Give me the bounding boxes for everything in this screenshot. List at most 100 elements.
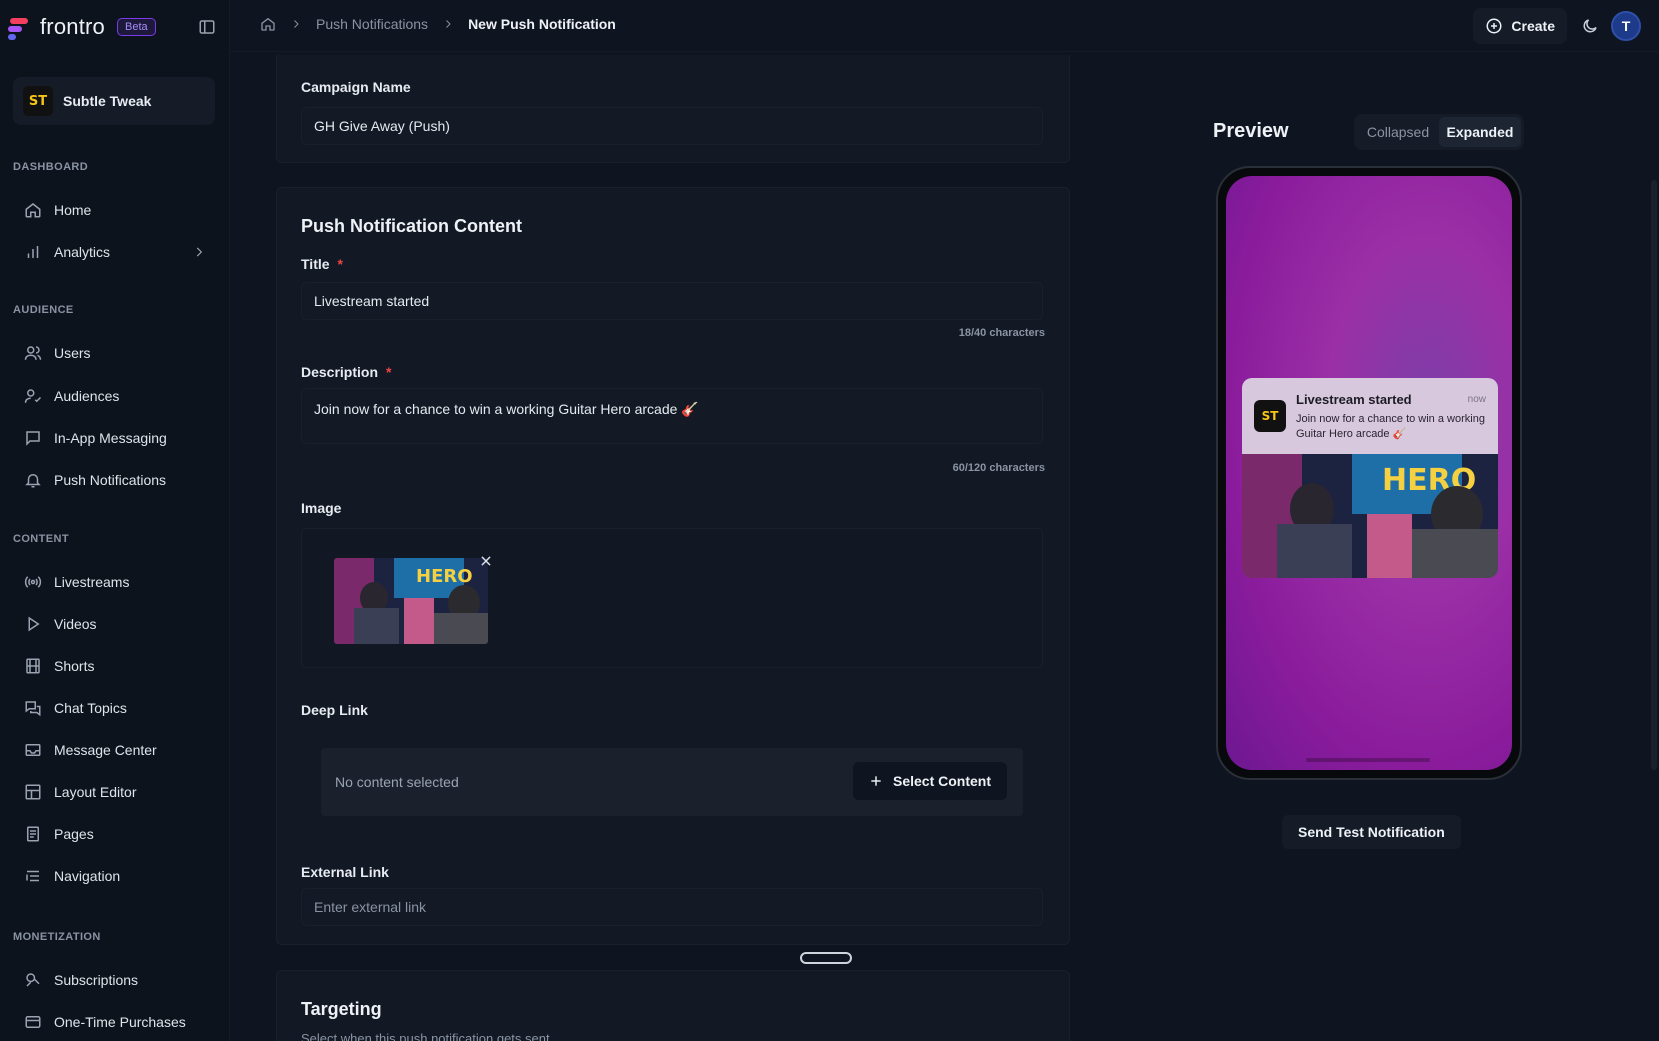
- sidebar-item-chat-topics[interactable]: Chat Topics: [24, 694, 214, 722]
- sidebar-item-message-center[interactable]: Message Center: [24, 736, 214, 764]
- bell-icon: [25, 474, 41, 488]
- plus-icon: [871, 776, 881, 786]
- sidebar-item-analytics[interactable]: Analytics: [24, 238, 214, 266]
- scroll-handle[interactable]: [800, 952, 852, 964]
- pages-icon: [27, 826, 39, 842]
- create-button[interactable]: Create: [1473, 8, 1567, 44]
- avatar[interactable]: T: [1611, 11, 1641, 41]
- sidebar-item-videos[interactable]: Videos: [24, 610, 214, 638]
- title-char-counter: 18/40 characters: [958, 327, 1045, 339]
- chevron-right-icon: [446, 20, 451, 28]
- sidebar-item-home[interactable]: Home: [24, 196, 214, 224]
- section-audience: AUDIENCE: [13, 304, 74, 316]
- svg-text:HERO: HERO: [416, 566, 473, 587]
- notification-app-icon: ST: [1254, 400, 1286, 432]
- description-label: Description *: [301, 364, 392, 380]
- sidebar-item-label: Pages: [54, 826, 94, 842]
- sidebar-item-pages[interactable]: Pages: [24, 820, 214, 848]
- section-content: CONTENT: [13, 533, 69, 545]
- moon-icon[interactable]: [1581, 17, 1599, 35]
- breadcrumb: Push Notifications New Push Notification: [260, 16, 616, 32]
- home-icon[interactable]: [260, 16, 276, 32]
- layout-icon: [25, 784, 41, 800]
- title-label: Title *: [301, 256, 343, 272]
- workspace-name: Subtle Tweak: [63, 93, 152, 109]
- notification-title: Livestream started: [1296, 392, 1412, 407]
- toggle-expanded[interactable]: Expanded: [1439, 117, 1521, 147]
- toggle-collapsed[interactable]: Collapsed: [1357, 117, 1439, 147]
- sidebar-item-layout-editor[interactable]: Layout Editor: [24, 778, 214, 806]
- sidebar-item-label: Home: [54, 202, 92, 218]
- notification-image: HERO: [1242, 454, 1498, 578]
- select-content-button[interactable]: Select Content: [852, 762, 1007, 800]
- sidebar-item-label: One-Time Purchases: [54, 1014, 186, 1030]
- campaign-name-input[interactable]: GH Give Away (Push): [301, 107, 1043, 145]
- title-input[interactable]: Livestream started: [301, 282, 1043, 320]
- external-link-label: External Link: [301, 864, 389, 880]
- deep-link-box: No content selected Select Content: [321, 748, 1023, 816]
- send-test-notification-button[interactable]: Send Test Notification: [1282, 815, 1461, 849]
- bar-chart-icon: [27, 246, 39, 258]
- message-square-icon: [26, 431, 40, 446]
- phone-mockup: ST Livestream started now Join now for a…: [1216, 166, 1522, 780]
- section-monetization: MONETIZATION: [13, 931, 101, 943]
- create-label: Create: [1511, 18, 1555, 34]
- sidebar-item-livestreams[interactable]: Livestreams: [24, 568, 214, 596]
- sidebar-item-label: Analytics: [54, 244, 111, 260]
- brand-name: frontro: [40, 14, 105, 39]
- workspace-logo: ST: [23, 86, 53, 116]
- sidebar-item-label: Navigation: [54, 868, 121, 884]
- section-dashboard: DASHBOARD: [13, 161, 89, 173]
- description-textarea[interactable]: Join now for a chance to win a working G…: [301, 388, 1043, 444]
- sidebar-item-label: Subscriptions: [54, 972, 139, 988]
- broadcast-icon: [24, 576, 42, 588]
- notification-time: now: [1467, 394, 1486, 405]
- play-icon: [28, 616, 40, 632]
- sidebar-item-in-app-messaging[interactable]: In-App Messaging: [24, 424, 214, 452]
- subscriptions-icon: [26, 973, 40, 987]
- sidebar-item-audiences[interactable]: Audiences: [24, 382, 214, 410]
- sidebar-item-label: Push Notifications: [54, 472, 167, 488]
- breadcrumb-current: New Push Notification: [468, 16, 616, 32]
- sidebar-item-label: Users: [54, 345, 91, 361]
- targeting-card: Targeting Select when this push notifica…: [276, 970, 1070, 1041]
- sidebar-item-navigation[interactable]: Navigation: [24, 862, 214, 890]
- film-icon: [26, 658, 40, 674]
- uploaded-image-thumbnail: HERO: [334, 558, 488, 644]
- arcade-photo: HERO: [334, 558, 488, 644]
- notification-body: Join now for a chance to win a working G…: [1296, 413, 1485, 440]
- list-icon: [26, 870, 39, 882]
- home-icon: [25, 203, 41, 218]
- topbar: Push Notifications New Push Notification…: [230, 0, 1659, 52]
- inbox-icon: [25, 744, 41, 756]
- remove-image-icon[interactable]: [479, 554, 493, 568]
- section-title: Push Notification Content: [301, 216, 522, 236]
- beta-badge: Beta: [116, 18, 156, 36]
- sidebar-item-label: Shorts: [54, 658, 95, 674]
- select-content-label: Select Content: [892, 773, 991, 789]
- breadcrumb-push-notifications[interactable]: Push Notifications: [316, 16, 428, 32]
- external-link-input[interactable]: Enter external link: [301, 888, 1043, 926]
- campaign-card: Campaign Name GH Give Away (Push): [276, 55, 1070, 163]
- card-icon: [25, 1016, 41, 1028]
- preview-mode-toggle: Collapsed Expanded: [1354, 114, 1524, 150]
- chevron-right-icon: [196, 247, 203, 257]
- workspace-switcher[interactable]: ST Subtle Tweak: [13, 77, 215, 125]
- brand[interactable]: frontro Beta: [8, 12, 156, 42]
- sidebar-item-label: Videos: [54, 616, 97, 632]
- sidebar-item-one-time-purchases[interactable]: One-Time Purchases: [24, 1008, 214, 1036]
- phone-screen: ST Livestream started now Join now for a…: [1226, 176, 1512, 770]
- sidebar-item-label: Audiences: [54, 388, 120, 404]
- sidebar-item-shorts[interactable]: Shorts: [24, 652, 214, 680]
- campaign-name-label: Campaign Name: [301, 79, 411, 95]
- sidebar-item-users[interactable]: Users: [24, 339, 214, 367]
- sidebar-item-label: Message Center: [54, 742, 157, 758]
- audiences-icon: [24, 389, 42, 403]
- frontro-logo-icon: [8, 15, 32, 40]
- description-char-counter: 60/120 characters: [952, 462, 1045, 474]
- scrollbar[interactable]: [1651, 180, 1657, 770]
- sidebar-item-push-notifications[interactable]: Push Notifications: [24, 466, 214, 494]
- sidebar-item-subscriptions[interactable]: Subscriptions: [24, 966, 214, 994]
- chat-icon: [25, 701, 41, 717]
- sidebar-toggle-icon[interactable]: [198, 18, 216, 36]
